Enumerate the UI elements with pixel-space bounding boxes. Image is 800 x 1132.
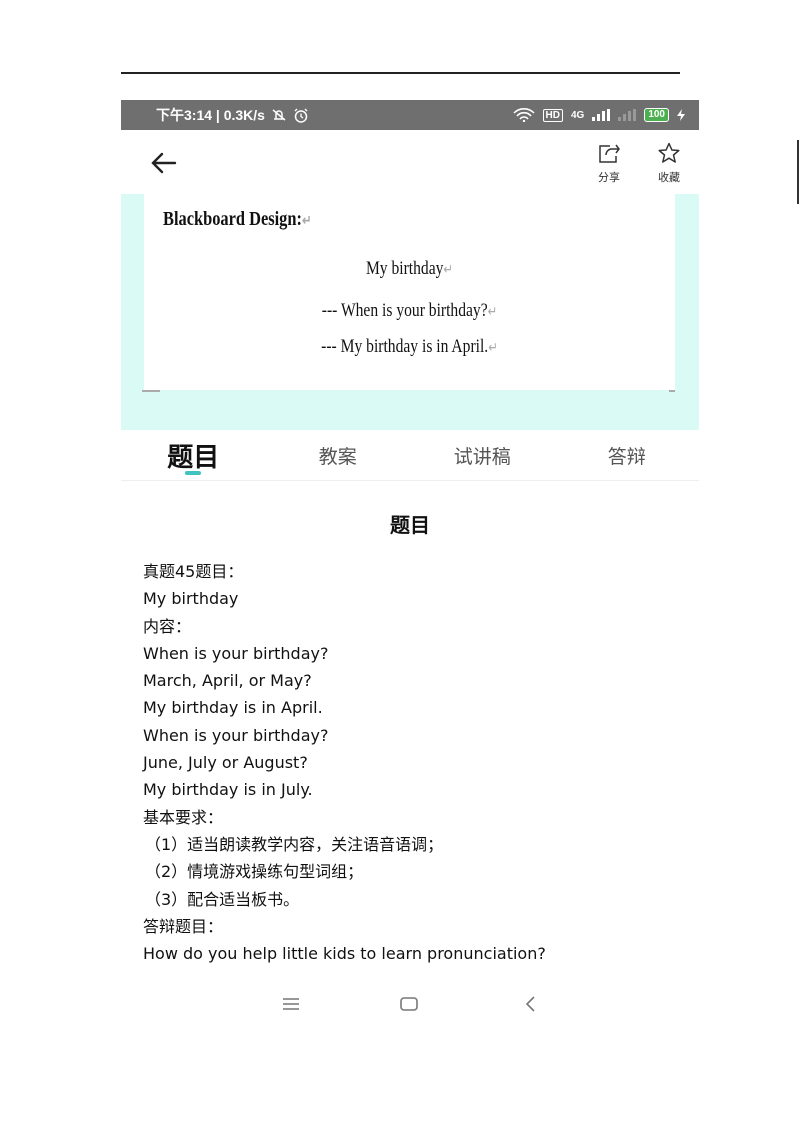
content-line: 答辩题目： (143, 916, 224, 936)
content-line: 内容： (143, 616, 192, 636)
favorite-button[interactable]: 收藏 (649, 142, 689, 185)
content-line: My birthday is in April. (143, 698, 323, 718)
section-heading: 题目 (390, 513, 430, 537)
image-corner-mark (142, 390, 160, 392)
content-line: March, April, or May? (143, 671, 312, 691)
content-line: My birthday (143, 589, 239, 609)
page-edge-mark (797, 140, 799, 204)
share-label: 分享 (598, 171, 620, 184)
share-icon (596, 144, 622, 167)
hd-badge: HD (542, 108, 563, 122)
tab-question[interactable]: 题目 (121, 430, 266, 480)
tab-defense[interactable]: 答辩 (555, 430, 700, 480)
alarm-clock-icon (293, 108, 309, 123)
image-corner-mark (669, 390, 675, 392)
tab-label: 题目 (167, 442, 220, 473)
content-line: （1）适当朗读教学内容，关注语音语调； (145, 834, 444, 854)
back-arrow-icon[interactable] (149, 148, 179, 178)
menu-icon[interactable] (279, 992, 303, 1016)
wifi-icon (512, 108, 535, 122)
system-nav-bar (121, 988, 699, 1018)
page-top-rule (121, 72, 680, 74)
phone-screen: 下午3:14 | 0.3K/s HD 4G 100 分享 收藏 Blackboa… (121, 100, 699, 967)
content-line: When is your birthday? (143, 643, 329, 663)
back-nav-icon[interactable] (519, 992, 543, 1016)
blackboard-image-area: Blackboard Design:↵ My birthday↵ --- Whe… (121, 194, 699, 430)
content-line: When is your birthday? (143, 725, 329, 745)
star-icon (656, 142, 682, 167)
tab-label: 试讲稿 (453, 445, 511, 468)
share-button[interactable]: 分享 (589, 142, 629, 185)
status-bar: 下午3:14 | 0.3K/s HD 4G 100 (121, 100, 699, 130)
signal-icon (592, 109, 611, 121)
content-line: 基本要求： (143, 807, 224, 827)
tab-label: 答辩 (607, 445, 646, 468)
blackboard-title: Blackboard Design:↵ (163, 208, 312, 230)
tab-bar: 题目 教案 试讲稿 答辩 (121, 430, 699, 481)
app-bar: 分享 收藏 (121, 130, 699, 194)
content-line: My birthday is in July. (143, 780, 313, 800)
tab-label: 教案 (318, 445, 357, 468)
content-line: （3）配合适当板书。 (145, 889, 300, 909)
signal-weak-icon (618, 109, 637, 121)
status-time: 下午3:14 | 0.3K/s (156, 107, 265, 123)
content-line: How do you help little kids to learn pro… (143, 944, 546, 964)
blackboard-line: --- When is your birthday?↵ (321, 300, 498, 321)
blackboard-design-image: Blackboard Design:↵ My birthday↵ --- Whe… (142, 194, 675, 392)
favorite-label: 收藏 (658, 171, 680, 184)
notification-off-icon (271, 108, 287, 122)
blackboard-line: My birthday↵ (365, 258, 454, 279)
signal-4g-label: 4G (570, 109, 585, 121)
charging-icon (677, 109, 685, 121)
content-line: June, July or August? (143, 753, 308, 773)
content-line: （2）情境游戏操练句型词组； (145, 862, 364, 882)
content-line: 真题45题目： (143, 562, 244, 581)
tab-trial-script[interactable]: 试讲稿 (410, 430, 555, 480)
home-icon[interactable] (397, 992, 421, 1016)
question-content: 题目 真题45题目： My birthday 内容： When is your … (121, 509, 699, 967)
battery-level: 100 (644, 108, 669, 122)
blackboard-line: --- My birthday is in April.↵ (321, 336, 498, 357)
tab-active-indicator (185, 471, 202, 475)
tab-lesson-plan[interactable]: 教案 (266, 430, 411, 480)
